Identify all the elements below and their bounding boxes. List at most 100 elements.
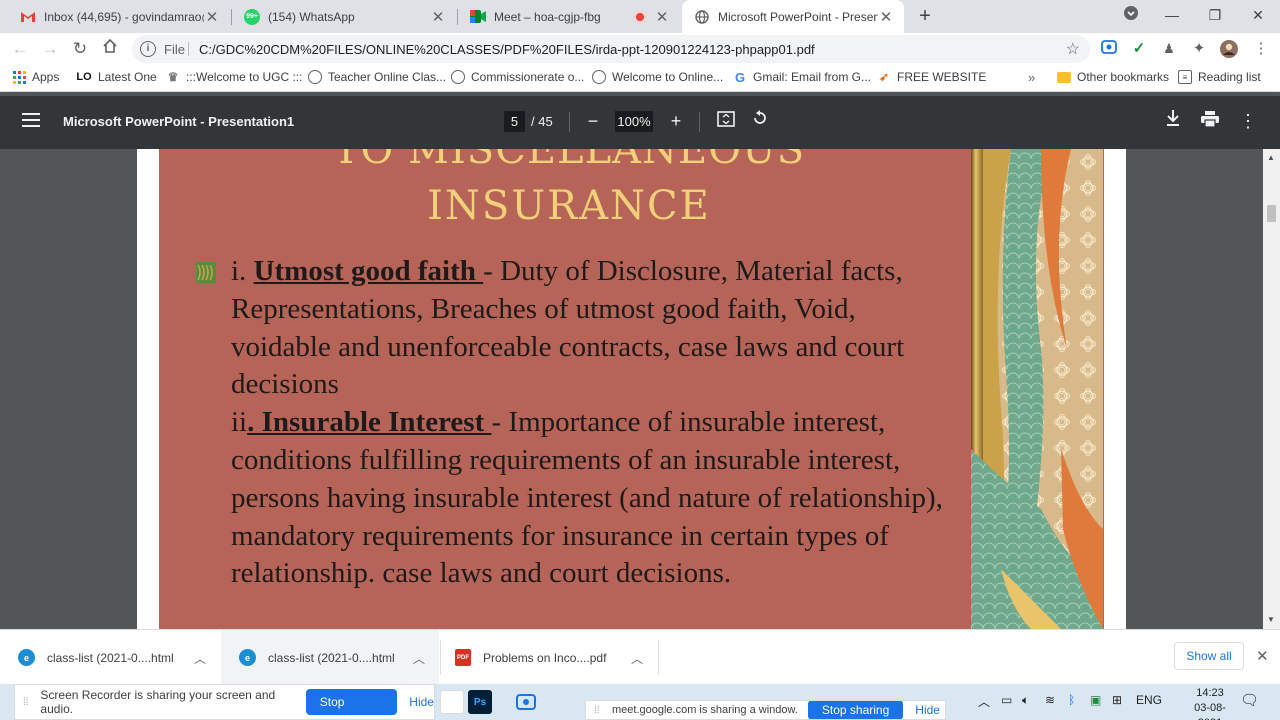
tab-pdf-active[interactable]: Microsoft PowerPoint - Presentat ✕: [682, 0, 904, 33]
close-shelf-icon[interactable]: ✕: [1256, 647, 1269, 665]
chevron-up-icon[interactable]: ︿: [413, 650, 425, 667]
forward-icon[interactable]: →: [38, 37, 62, 61]
notifications-icon[interactable]: 🗨︎: [1240, 691, 1259, 709]
battery-icon[interactable]: ▭: [1001, 693, 1012, 707]
bookmark-teacher-online[interactable]: Teacher Online Clas...: [308, 70, 446, 84]
bookmark-star-icon[interactable]: ☆: [1066, 39, 1080, 59]
stop-sharing-button[interactable]: Stop sharing: [305, 689, 398, 715]
rotate-icon[interactable]: [748, 109, 772, 133]
zoom-in-icon[interactable]: +: [664, 109, 688, 133]
url-scheme: File: [164, 42, 185, 57]
bookmark-welcome-online[interactable]: Welcome to Online...: [592, 70, 723, 84]
wifi-icon[interactable]: ≋: [1045, 693, 1055, 707]
zoom-level-input[interactable]: 100%: [615, 111, 653, 132]
toolbar-divider: [569, 112, 570, 132]
bookmark-ugc[interactable]: ♛ :::Welcome to UGC :::: [166, 70, 303, 84]
pdf-sidebar-menu-icon[interactable]: [22, 113, 40, 129]
stop-sharing-button[interactable]: Stop sharing: [807, 701, 904, 719]
reload-icon[interactable]: ↻: [68, 37, 92, 61]
scrollbar-thumb[interactable]: [1267, 205, 1276, 222]
close-tab-icon[interactable]: ✕: [654, 8, 670, 26]
url-text[interactable]: C:/GDC%20CDM%20FILES/ONLINE%20CLASSES/PD…: [199, 42, 815, 57]
scroll-up-icon[interactable]: ▲: [1267, 153, 1275, 162]
close-window-icon[interactable]: ✕: [1243, 3, 1273, 27]
new-tab-button[interactable]: +: [914, 5, 936, 27]
fit-to-page-icon[interactable]: [714, 109, 738, 133]
tab-title: Microsoft PowerPoint - Presentat: [718, 9, 878, 24]
photoshop-icon[interactable]: Ps: [468, 690, 492, 714]
minimize-icon[interactable]: —: [1157, 3, 1187, 27]
screen-recorder-extension-icon[interactable]: [1100, 40, 1118, 58]
chevron-up-icon[interactable]: ︿: [194, 650, 206, 667]
zoom-out-icon[interactable]: −: [581, 109, 605, 133]
pdf-more-actions-icon[interactable]: ⋮: [1236, 109, 1260, 133]
show-all-button[interactable]: Show all: [1174, 642, 1244, 670]
lo-icon: LO: [76, 71, 92, 83]
bookmark-reading-list[interactable]: ≡ Reading list: [1178, 70, 1261, 84]
bookmark-label: Apps: [32, 70, 60, 84]
profile-avatar[interactable]: [1220, 40, 1238, 58]
bookmark-free-website[interactable]: ➶ FREE WEBSITE: [877, 70, 986, 84]
hide-share-bar-link[interactable]: Hide: [409, 695, 434, 709]
site-info-icon[interactable]: i: [140, 41, 156, 57]
bookmark-gmail[interactable]: G Gmail: Email from G...: [733, 69, 871, 85]
bookmark-commissionerate[interactable]: Commissionerate o...: [451, 70, 584, 84]
chevron-up-icon[interactable]: ︿: [631, 650, 643, 667]
language-indicator[interactable]: ENG: [1136, 693, 1162, 707]
bookmark-other[interactable]: Other bookmarks: [1057, 70, 1169, 84]
page-number-input[interactable]: 5: [504, 111, 525, 132]
slide-title-line2: INSURANCE: [427, 183, 711, 229]
close-tab-icon[interactable]: ✕: [878, 8, 894, 26]
drag-handle-icon[interactable]: ⁞⁞: [23, 697, 32, 708]
screen-recorder-taskbar-icon[interactable]: [514, 690, 538, 714]
pdf-viewer[interactable]: TO MISCELLANEOUS INSURANCE i. Utmost goo…: [0, 149, 1280, 629]
globe-icon: [308, 70, 322, 84]
restore-icon[interactable]: ❐: [1200, 3, 1230, 27]
address-bar[interactable]: i File C:/GDC%20CDM%20FILES/ONLINE%20CLA…: [132, 35, 1090, 63]
bookmark-label: FREE WEBSITE: [897, 70, 987, 84]
tray-app-icon[interactable]: ▣: [1090, 693, 1101, 707]
extensions-puzzle-icon[interactable]: ✦: [1190, 40, 1208, 58]
system-clock[interactable]: 14:23 03-08-2021: [1186, 686, 1234, 720]
bluetooth-icon[interactable]: ᛒ: [1068, 693, 1075, 707]
tab-meet[interactable]: Meet – hoa-cgjp-fbg ✕: [458, 0, 680, 33]
tab-title: Meet – hoa-cgjp-fbg: [494, 9, 601, 24]
bookmark-label: Teacher Online Clas...: [328, 70, 447, 84]
bookmark-latest-one[interactable]: LO Latest One: [76, 70, 156, 84]
download-item[interactable]: e class-list (2021-0....html ︿: [221, 630, 439, 685]
download-item[interactable]: e class-list (2021-0....html ︿: [0, 630, 220, 685]
show-hidden-icons-chevron-icon[interactable]: ︿: [978, 693, 990, 710]
bookmark-apps[interactable]: Apps: [12, 70, 59, 84]
folder-icon: [1057, 71, 1071, 83]
tab-whatsapp[interactable]: 99+ (154) WhatsApp ✕: [232, 0, 456, 33]
taskbar-app-icon[interactable]: [440, 690, 464, 714]
tab-title: (154) WhatsApp: [268, 9, 355, 24]
checkmark-extension-icon[interactable]: ✓: [1130, 40, 1148, 58]
google-icon: G: [734, 69, 746, 85]
page-total: / 45: [531, 114, 553, 129]
browser-menu-icon[interactable]: ⋮: [1252, 40, 1270, 58]
drag-handle-icon[interactable]: ⁞⁞: [594, 705, 604, 716]
browser-toolbar: ← → ↻ i File C:/GDC%20CDM%20FILES/ONLINE…: [0, 33, 1280, 64]
home-icon[interactable]: [98, 37, 122, 61]
volume-icon[interactable]: 🔈︎: [1022, 693, 1029, 708]
back-icon[interactable]: ←: [8, 37, 32, 61]
download-item[interactable]: PDF Problems on Inco....pdf ︿: [437, 630, 657, 685]
vertical-scrollbar[interactable]: ▲ ▼: [1263, 149, 1280, 629]
apps-grid-icon: [12, 70, 26, 84]
network-icon[interactable]: ⊞: [1112, 693, 1122, 707]
scroll-down-icon[interactable]: ▼: [1267, 615, 1275, 624]
taskbar: Ps ⁞⁞ Screen Recorder is sharing your sc…: [0, 684, 1280, 720]
tab-gmail[interactable]: Inbox (44,695) - govindamrao@g ✕: [8, 0, 230, 33]
slide-decorative-panel: [971, 149, 1103, 629]
close-tab-icon[interactable]: ✕: [204, 8, 220, 26]
download-icon[interactable]: [1161, 109, 1185, 133]
item1-prefix: i.: [231, 255, 254, 287]
hide-share-bar-link[interactable]: Hide: [915, 703, 940, 717]
close-tab-icon[interactable]: ✕: [430, 8, 446, 26]
print-icon[interactable]: [1198, 109, 1222, 133]
tab-search-icon[interactable]: [1116, 3, 1146, 27]
extension-figure-icon[interactable]: ♟: [1160, 40, 1178, 58]
more-bookmarks-chevron-icon[interactable]: »: [1028, 70, 1035, 85]
clock-time: 14:23: [1196, 687, 1224, 699]
